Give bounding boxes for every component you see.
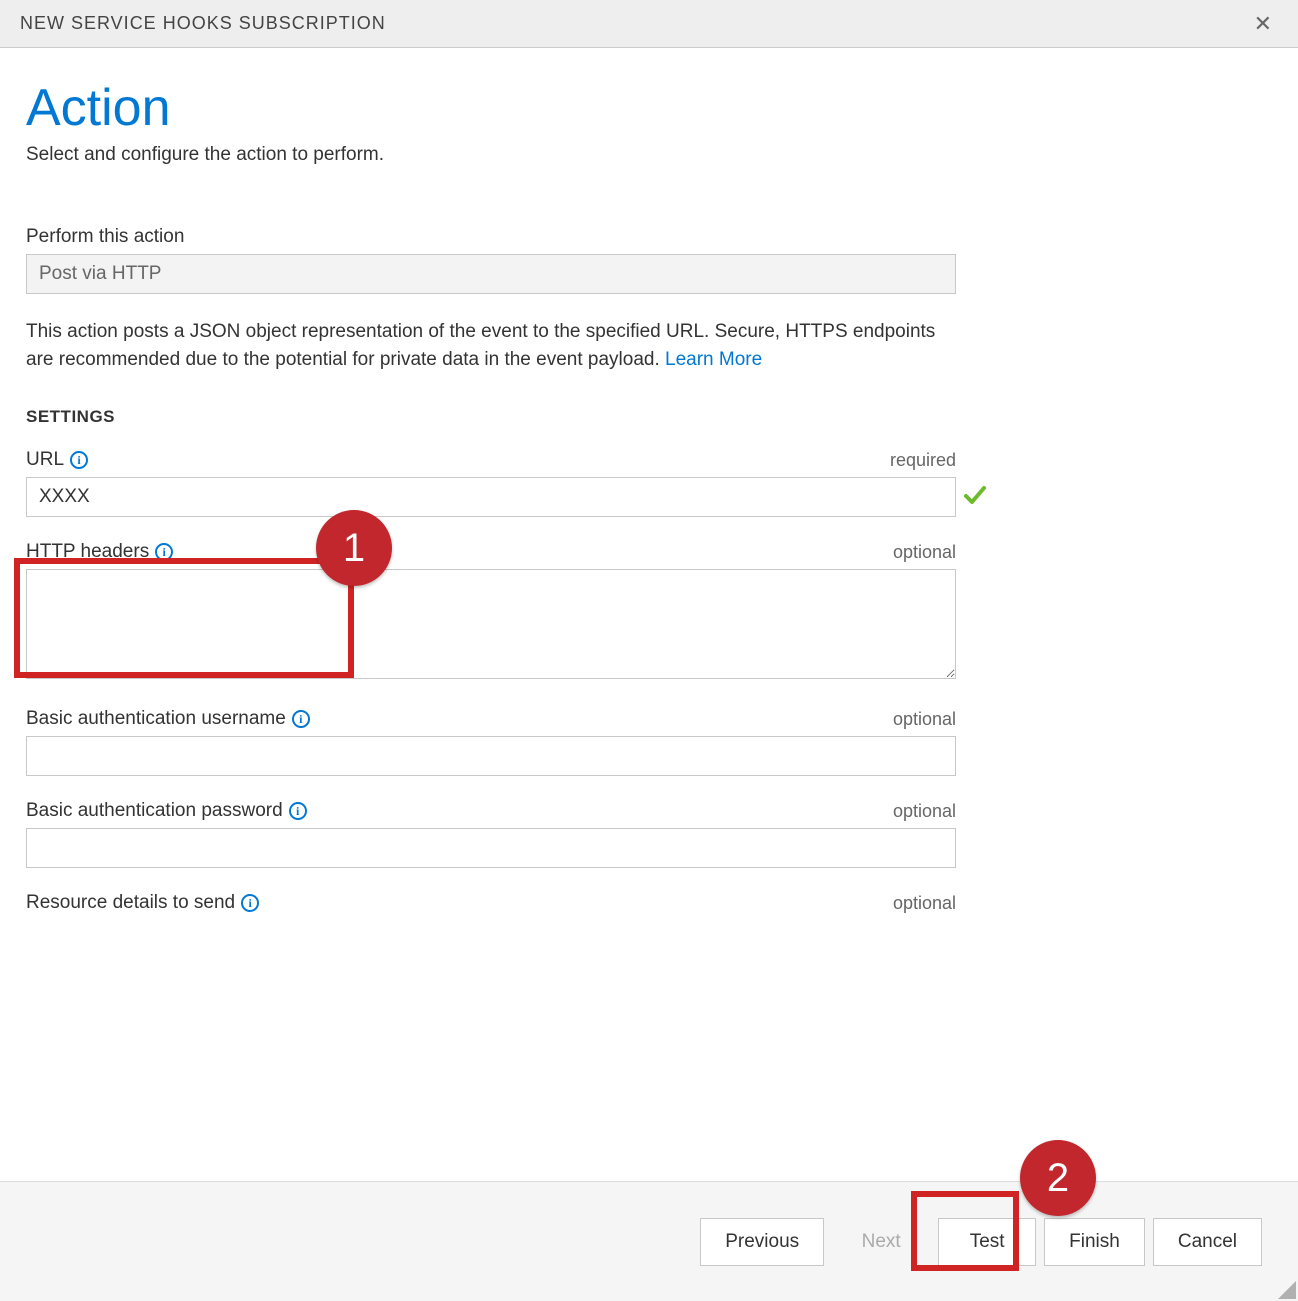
perform-action-label: Perform this action bbox=[26, 226, 184, 248]
resource-details-label: Resource details to send i bbox=[26, 892, 259, 914]
action-description-text: This action posts a JSON object represen… bbox=[26, 321, 935, 370]
action-description: This action posts a JSON object represen… bbox=[26, 318, 956, 373]
basic-password-field: Basic authentication password i optional bbox=[26, 800, 960, 868]
dialog-content: Action Select and configure the action t… bbox=[0, 48, 990, 1181]
close-icon[interactable]: ✕ bbox=[1248, 11, 1278, 37]
finish-button[interactable]: Finish bbox=[1044, 1218, 1145, 1266]
page-subtitle: Select and configure the action to perfo… bbox=[26, 144, 960, 166]
resize-grip[interactable] bbox=[1274, 1277, 1296, 1299]
dialog-footer: Previous Next Test Finish Cancel bbox=[0, 1181, 1298, 1301]
basic-password-label: Basic authentication password i bbox=[26, 800, 307, 822]
resource-details-hint: optional bbox=[893, 893, 956, 914]
url-hint: required bbox=[890, 450, 956, 471]
basic-username-field: Basic authentication username i optional bbox=[26, 708, 960, 776]
info-icon[interactable]: i bbox=[289, 802, 307, 820]
previous-button[interactable]: Previous bbox=[700, 1218, 824, 1266]
perform-action-select[interactable]: Post via HTTP bbox=[26, 254, 956, 294]
settings-heading: SETTINGS bbox=[26, 407, 960, 427]
http-headers-input[interactable] bbox=[26, 569, 956, 679]
basic-password-label-text: Basic authentication password bbox=[26, 800, 283, 822]
resource-details-label-text: Resource details to send bbox=[26, 892, 235, 914]
cancel-button[interactable]: Cancel bbox=[1153, 1218, 1262, 1266]
url-field: URL i required bbox=[26, 449, 960, 517]
perform-action-field: Perform this action Post via HTTP bbox=[26, 226, 960, 294]
dialog-header: NEW SERVICE HOOKS SUBSCRIPTION ✕ bbox=[0, 0, 1298, 48]
basic-username-label: Basic authentication username i bbox=[26, 708, 310, 730]
url-label-text: URL bbox=[26, 449, 64, 471]
http-headers-hint: optional bbox=[893, 542, 956, 563]
http-headers-field: HTTP headers i optional bbox=[26, 541, 960, 684]
page-title: Action bbox=[26, 78, 960, 138]
next-button: Next bbox=[832, 1218, 930, 1266]
resource-details-field: Resource details to send i optional bbox=[26, 892, 960, 914]
learn-more-link[interactable]: Learn More bbox=[665, 349, 762, 370]
info-icon[interactable]: i bbox=[292, 710, 310, 728]
test-button[interactable]: Test bbox=[938, 1218, 1036, 1266]
basic-password-input[interactable] bbox=[26, 828, 956, 868]
http-headers-label-text: HTTP headers bbox=[26, 541, 149, 563]
url-label: URL i bbox=[26, 449, 88, 471]
http-headers-label: HTTP headers i bbox=[26, 541, 173, 563]
basic-password-hint: optional bbox=[893, 801, 956, 822]
check-icon bbox=[960, 483, 990, 512]
dialog-title: NEW SERVICE HOOKS SUBSCRIPTION bbox=[20, 13, 386, 34]
info-icon[interactable]: i bbox=[155, 543, 173, 561]
url-input[interactable] bbox=[26, 477, 956, 517]
basic-username-label-text: Basic authentication username bbox=[26, 708, 286, 730]
dialog-body-scroll[interactable]: Action Select and configure the action t… bbox=[0, 48, 1298, 1181]
basic-username-hint: optional bbox=[893, 709, 956, 730]
info-icon[interactable]: i bbox=[70, 451, 88, 469]
info-icon[interactable]: i bbox=[241, 894, 259, 912]
basic-username-input[interactable] bbox=[26, 736, 956, 776]
